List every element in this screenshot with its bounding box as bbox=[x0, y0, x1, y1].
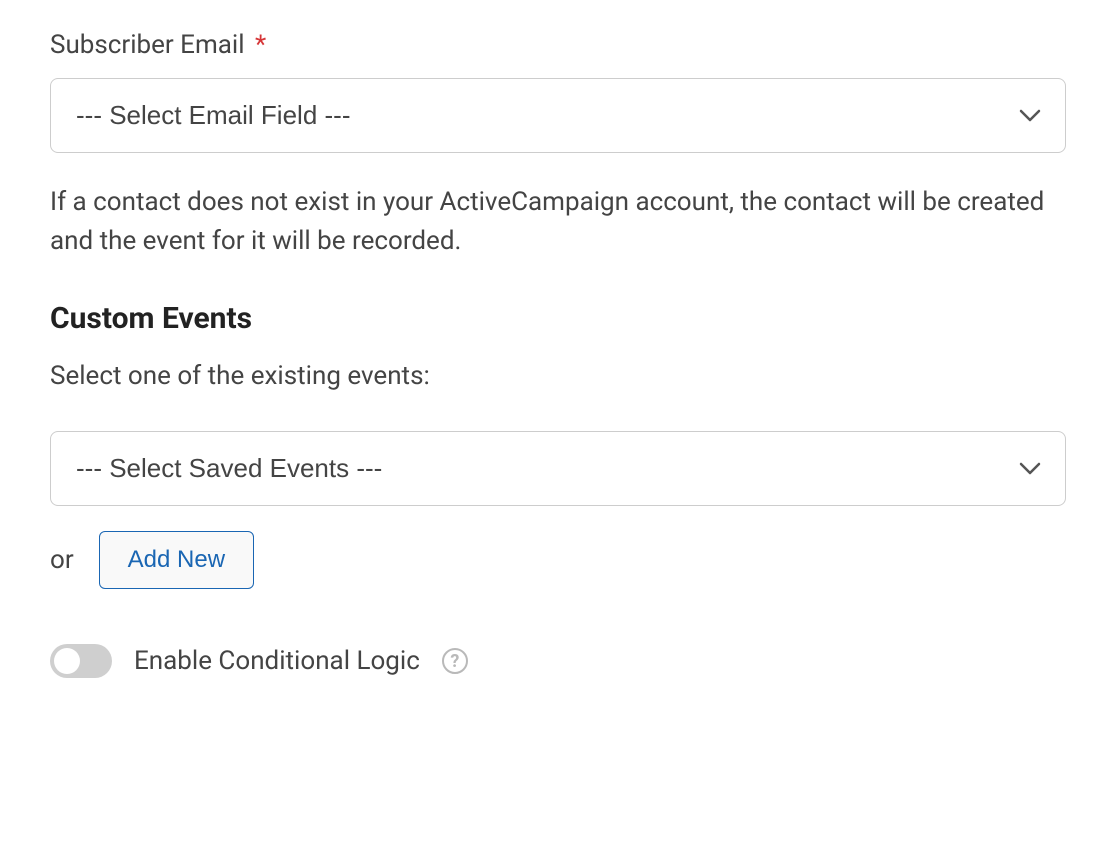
custom-events-heading: Custom Events bbox=[50, 301, 1066, 336]
subscriber-email-select[interactable]: --- Select Email Field --- bbox=[50, 78, 1066, 153]
add-new-button[interactable]: Add New bbox=[99, 531, 254, 589]
help-icon-char: ? bbox=[450, 651, 459, 672]
subscriber-email-helper-text: If a contact does not exist in your Acti… bbox=[50, 183, 1066, 261]
toggle-knob bbox=[54, 648, 80, 674]
subscriber-email-label: Subscriber Email * bbox=[50, 30, 1066, 60]
subscriber-email-select-wrap: --- Select Email Field --- bbox=[50, 78, 1066, 153]
conditional-logic-toggle[interactable] bbox=[50, 644, 112, 678]
help-icon[interactable]: ? bbox=[442, 648, 468, 674]
saved-events-select-value: --- Select Saved Events --- bbox=[76, 453, 382, 484]
subscriber-email-select-value: --- Select Email Field --- bbox=[76, 100, 350, 131]
or-text: or bbox=[50, 545, 74, 575]
custom-events-sub-label: Select one of the existing events: bbox=[50, 361, 1066, 391]
conditional-logic-label: Enable Conditional Logic bbox=[134, 646, 420, 676]
saved-events-select[interactable]: --- Select Saved Events --- bbox=[50, 431, 1066, 506]
saved-events-select-wrap: --- Select Saved Events --- bbox=[50, 431, 1066, 506]
subscriber-email-label-text: Subscriber Email bbox=[50, 30, 245, 60]
add-new-row: or Add New bbox=[50, 531, 1066, 589]
required-asterisk: * bbox=[255, 30, 266, 60]
conditional-logic-row: Enable Conditional Logic ? bbox=[50, 644, 1066, 678]
